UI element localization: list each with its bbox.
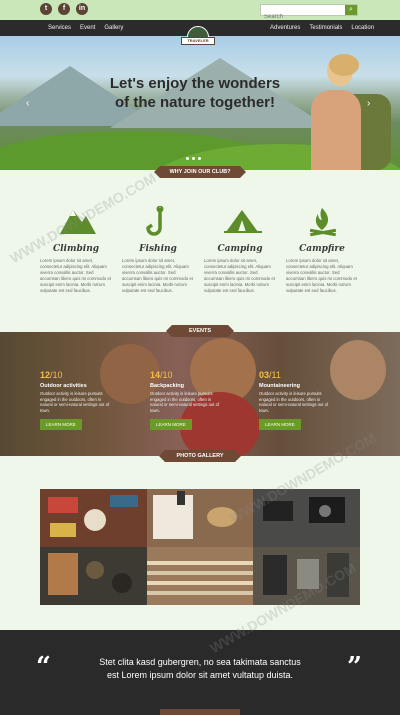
hero-slider: Let's enjoy the wonders of the nature to… [0,36,400,170]
linkedin-icon[interactable]: in [76,3,88,15]
feature-fishing: Fishing Lorem ipsum dolor sit amet, cons… [122,205,194,294]
logo-text: TRAVELER [181,37,215,45]
mountain-icon [60,206,112,238]
testimonial-text: Stet clita kasd gubergren, no sea takima… [99,657,301,680]
hero-title: Let's enjoy the wonders of the nature to… [109,75,281,111]
learn-more-button[interactable]: LEARN MORE [150,419,192,431]
nav-item-adventures[interactable]: Adventures [270,20,300,36]
facebook-icon[interactable]: f [58,3,70,15]
quote-open-icon: “ [36,652,51,682]
slider-prev-icon[interactable]: ‹ [26,98,29,109]
fish-hook-icon [142,205,194,238]
feature-climbing: Climbing Lorem ipsum dolor sit amet, con… [40,206,112,294]
quote-close-icon: ” [347,652,362,682]
campfire-icon [306,206,358,238]
testimonial-section: “ Stet clita kasd gubergren, no sea taki… [0,630,400,715]
gallery-photo[interactable] [40,489,147,547]
gallery-photo[interactable] [253,489,360,547]
section-ribbon-partial [160,709,240,715]
section-ribbon-gallery: PHOTO GALLERY [159,450,241,462]
gallery-photo[interactable] [147,547,253,605]
event-date: 12/10 [40,370,63,380]
hero-hiker [305,54,395,170]
social-links: t f in [40,3,88,15]
gallery-photo[interactable] [253,547,360,605]
search-icon[interactable]: ⌕ [345,5,357,15]
tent-icon [224,206,276,238]
feature-camping: Camping Lorem ipsum dolor sit amet, cons… [204,206,276,294]
twitter-icon[interactable]: t [40,3,52,15]
learn-more-button[interactable]: LEARN MORE [40,419,82,431]
search-box: ⌕ [260,4,358,22]
photo-gallery [40,489,360,605]
learn-more-button[interactable]: LEARN MORE [259,419,301,431]
gallery-photo[interactable] [147,489,253,547]
nav-item-testimonials[interactable]: Testimonials [309,20,342,36]
slider-dots[interactable] [186,157,201,160]
features-section: Climbing Lorem ipsum dolor sit amet, con… [0,176,400,332]
section-ribbon-join: WHY JOIN OUR CLUB? [154,166,246,178]
slider-next-icon[interactable]: › [367,98,370,109]
nav-item-event[interactable]: Event [80,20,95,36]
section-ribbon-events: EVENTS [166,325,234,337]
feature-campfire: Campfire Lorem ipsum dolor sit amet, con… [286,206,358,294]
event-card: 14/10 Backpacking Outdoor activity is le… [150,370,222,431]
nav-item-services[interactable]: Services [48,20,71,36]
top-bar: t f in ⌕ [0,0,400,22]
nav-item-gallery[interactable]: Gallery [104,20,123,36]
event-card: 03/11 Mountaineering Outdoor activity is… [259,370,331,431]
event-card: 12/10 Outdoor activities Outdoor activit… [40,370,112,431]
nav-item-location[interactable]: Location [351,20,374,36]
events-section: 12/10 Outdoor activities Outdoor activit… [0,332,400,456]
event-date: 03/11 [259,370,281,380]
event-date: 14/10 [150,370,173,380]
gallery-photo[interactable] [40,547,147,605]
site-logo[interactable]: TRAVELER [181,26,215,48]
